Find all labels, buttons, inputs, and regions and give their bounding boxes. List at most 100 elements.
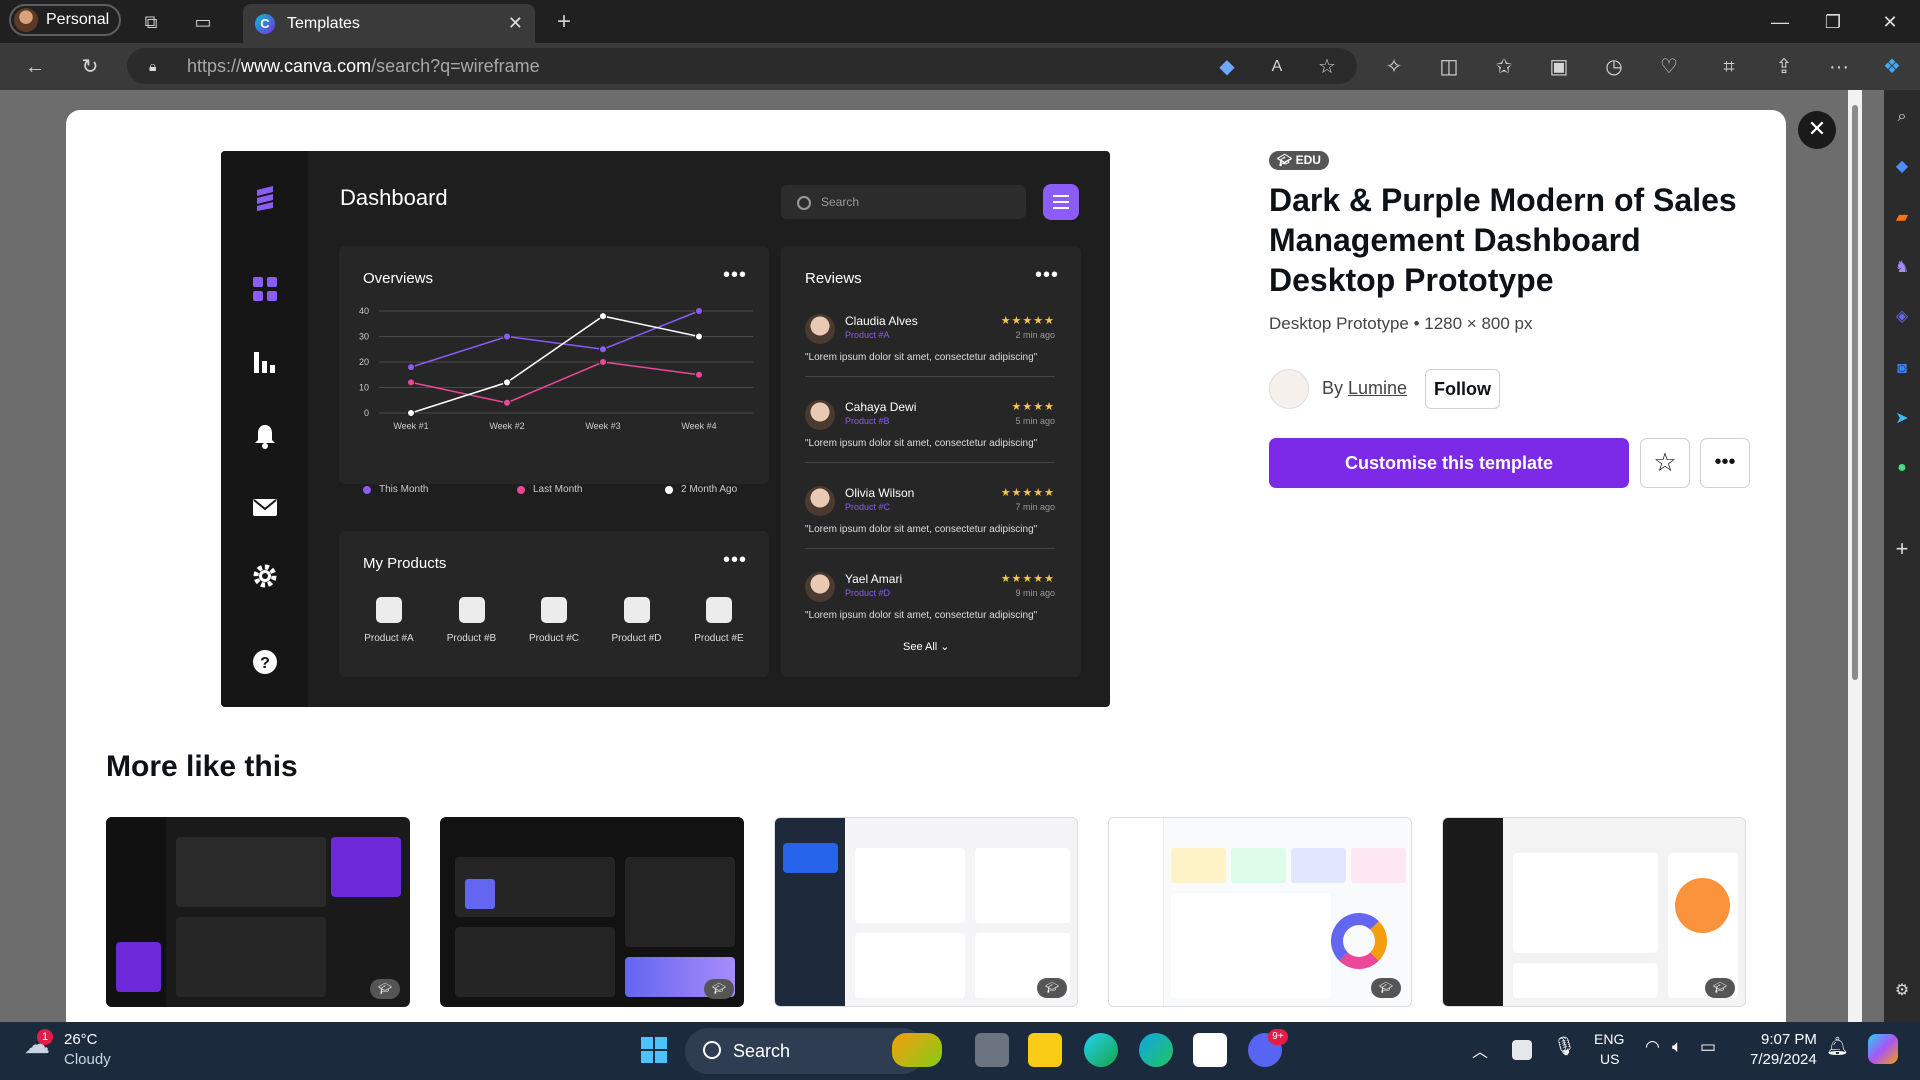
template-thumbnail[interactable]: 🎓︎ [440, 817, 744, 1007]
profile-button[interactable]: Personal [9, 4, 122, 36]
notifications-icon[interactable]: 🔔︎ [1826, 1036, 1849, 1057]
collections-icon[interactable]: ▣ [1545, 53, 1573, 81]
app-tray-icon[interactable] [1512, 1040, 1532, 1060]
file-explorer-icon[interactable] [1028, 1033, 1062, 1067]
telegram-icon[interactable]: ➤ [1884, 405, 1920, 433]
data-point [407, 378, 415, 387]
minimize-icon[interactable]: — [1760, 10, 1800, 34]
battery-icon[interactable]: ▭ [1700, 1037, 1716, 1057]
x-tick-label: Week #1 [393, 421, 428, 431]
tab-actions-icon[interactable]: ▭ [191, 10, 215, 34]
close-tab-icon[interactable]: ✕ [508, 13, 523, 34]
review-time: 2 min ago [1015, 330, 1055, 340]
games-icon[interactable]: ♞ [1884, 254, 1920, 282]
settings-gear-icon [253, 564, 277, 588]
data-point [695, 332, 703, 341]
read-aloud-icon[interactable]: A [1263, 53, 1291, 81]
template-thumbnail[interactable]: 🎓︎ [774, 817, 1078, 1007]
lang-us[interactable]: US [1600, 1051, 1619, 1067]
weather-temp[interactable]: 26°C [64, 1031, 98, 1048]
product-box-icon [541, 597, 567, 623]
follow-button[interactable]: Follow [1425, 369, 1500, 409]
history-icon[interactable]: ◷ [1600, 53, 1628, 81]
address-bar[interactable]: 🔒︎ https://www.canva.com/search?q=wirefr… [127, 48, 1357, 84]
weather-desc[interactable]: Cloudy [64, 1051, 111, 1068]
copilot-sidebar-icon[interactable]: ◈ [1884, 303, 1920, 331]
template-thumbnail[interactable]: 🎓︎ [1108, 817, 1412, 1007]
add-sidebar-icon[interactable]: + [1884, 535, 1920, 563]
coupon-icon[interactable]: ◆ [1213, 53, 1241, 81]
data-point [599, 345, 607, 354]
more-options-icon[interactable]: ··· [1825, 53, 1853, 81]
back-icon[interactable]: ← [21, 53, 49, 81]
creator-byline: By Lumine [1322, 378, 1407, 399]
product-label: Product #C [528, 633, 580, 644]
clock-time[interactable]: 9:07 PM [1761, 1031, 1817, 1048]
data-point [503, 398, 511, 407]
bar-chart-icon [254, 352, 275, 373]
office-icon[interactable]: ● [1884, 454, 1920, 482]
review-product: Product #D [845, 588, 891, 598]
close-modal-button[interactable]: ✕ [1798, 111, 1836, 149]
restore-icon[interactable]: ❐ [1813, 10, 1853, 34]
volume-icon[interactable]: 🔈︎ [1672, 1037, 1682, 1057]
creator-link[interactable]: Lumine [1348, 378, 1407, 398]
divider [805, 462, 1055, 463]
data-point [599, 358, 607, 366]
favorite-star-icon[interactable]: ☆ [1313, 53, 1341, 81]
taskbar-search[interactable]: Search [685, 1028, 925, 1074]
favorites-icon[interactable]: ✩ [1490, 53, 1518, 81]
review-stars: ★★★★★ [1000, 315, 1055, 327]
refresh-icon[interactable]: ↻ [76, 53, 104, 81]
shopping-tag-icon[interactable]: ◆ [1884, 153, 1920, 181]
template-thumbnail[interactable]: 🎓︎ [1442, 817, 1746, 1007]
customise-template-button[interactable]: Customise this template [1269, 438, 1629, 488]
avatar [14, 8, 38, 32]
tools-icon[interactable]: ▰ [1884, 204, 1920, 232]
performance-icon[interactable]: ♡ [1655, 53, 1683, 81]
product-label: Product #D [611, 633, 662, 644]
template-preview[interactable]: ? Dashboard Search Overviews ••• 0 10 20 30… [221, 151, 1110, 707]
more-like-this-heading: More like this [106, 750, 298, 783]
copilot-taskbar-icon[interactable] [1868, 1034, 1898, 1064]
show-hidden-icons-icon[interactable]: ︿ [1472, 1038, 1488, 1062]
edge-dev-icon[interactable] [1084, 1033, 1118, 1067]
close-window-icon[interactable]: ✕ [1870, 10, 1910, 34]
clock-date[interactable]: 7/29/2024 [1750, 1051, 1817, 1068]
outlook-icon[interactable]: ◙ [1884, 355, 1920, 383]
search-icon[interactable]: ⌕ [1884, 103, 1920, 131]
share-icon[interactable]: ⇪ [1770, 53, 1798, 81]
windows-start-icon[interactable] [640, 1036, 668, 1064]
edu-icon: 🎓︎ [1705, 978, 1735, 998]
scrollbar-thumb[interactable] [1852, 105, 1858, 680]
reviewer-name: Cahaya Dewi [845, 400, 917, 414]
new-tab-icon[interactable]: + [552, 10, 576, 34]
data-point [503, 332, 511, 341]
split-screen-icon[interactable]: ◫ [1435, 53, 1463, 81]
see-all-link: See All ⌄ [903, 641, 950, 653]
workspaces-icon[interactable]: ⧉ [139, 10, 163, 34]
creator-avatar[interactable] [1269, 369, 1309, 409]
wifi-icon[interactable]: ◠ [1645, 1037, 1660, 1057]
legend-last-month: Last Month [517, 484, 582, 495]
extensions-icon[interactable]: ✧ [1380, 53, 1408, 81]
legend-this-month: This Month [363, 484, 428, 495]
reviewer-avatar [805, 486, 835, 516]
screenshot-icon[interactable]: ⌗ [1715, 53, 1743, 81]
edge-icon[interactable] [1139, 1033, 1173, 1067]
task-view-icon[interactable] [975, 1033, 1009, 1067]
preview-search: Search [781, 185, 1026, 219]
tab-templates[interactable]: C Templates ✕ [243, 4, 535, 43]
copilot-icon[interactable]: ❖ [1878, 53, 1906, 81]
template-thumbnail[interactable]: 🎓︎ [106, 817, 410, 1007]
lang-eng[interactable]: ENG [1594, 1031, 1624, 1047]
microsoft-store-icon[interactable] [1193, 1033, 1227, 1067]
star-icon[interactable]: ☆ [1640, 438, 1690, 488]
sidebar-settings-icon[interactable]: ⚙ [1884, 977, 1920, 1005]
more-icon[interactable]: ••• [1700, 438, 1750, 488]
review-time: 7 min ago [1015, 502, 1055, 512]
microphone-icon[interactable]: 🎙︎ [1553, 1036, 1576, 1057]
template-title: Dark & Purple Modern of Sales Management… [1269, 182, 1737, 298]
y-tick-label: 30 [359, 332, 369, 342]
bell-icon [255, 425, 275, 449]
